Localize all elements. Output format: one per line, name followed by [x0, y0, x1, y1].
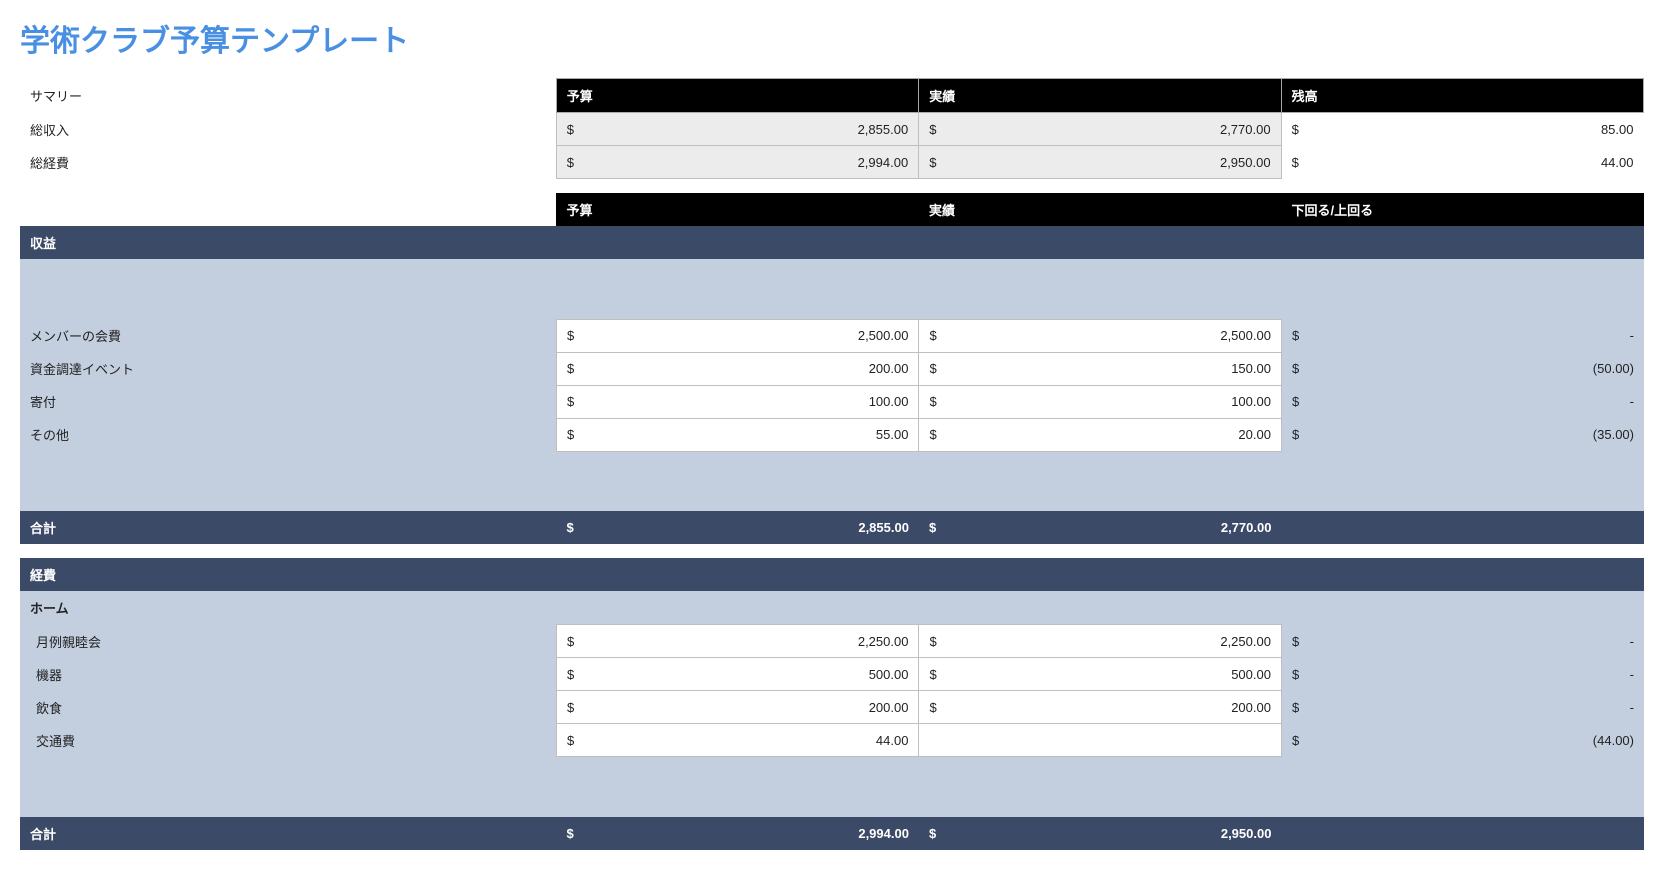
- detail-header-table: 予算 実績 下回る/上回る: [20, 193, 1644, 226]
- expense-item-actual[interactable]: $2,250.00: [919, 625, 1282, 658]
- page-title: 学術クラブ予算テンプレート: [20, 16, 1644, 60]
- revenue-total-diff: [1281, 511, 1644, 544]
- revenue-total-label: 合計: [20, 511, 556, 544]
- summary-header-balance: 残高: [1281, 79, 1643, 113]
- expense-item-actual[interactable]: $500.00: [919, 658, 1282, 691]
- expense-item-actual[interactable]: $200.00: [919, 691, 1282, 724]
- expense-item-label: 機器: [20, 658, 556, 691]
- summary-cell: $2,994.00: [556, 146, 918, 179]
- revenue-title: 収益: [20, 226, 1644, 259]
- revenue-table: 収益 メンバーの会費 $2,500.00 $2,500.00 $- 資金調達イベ…: [20, 226, 1644, 544]
- revenue-item-diff: $(35.00): [1281, 418, 1644, 451]
- expense-item-diff: $-: [1281, 625, 1644, 658]
- detail-header-budget: 予算: [556, 193, 919, 226]
- expenses-table: 経費 ホーム 月例親睦会 $2,250.00 $2,250.00 $- 機器 $…: [20, 558, 1644, 850]
- expense-item-budget[interactable]: $500.00: [556, 658, 919, 691]
- summary-cell: $44.00: [1281, 146, 1643, 179]
- summary-cell: $2,855.00: [556, 113, 918, 146]
- revenue-item-label: メンバーの会費: [20, 319, 556, 352]
- revenue-item-diff: $-: [1281, 385, 1644, 418]
- revenue-item-label: その他: [20, 418, 556, 451]
- revenue-item-budget[interactable]: $2,500.00: [556, 319, 919, 352]
- revenue-item-label: 資金調達イベント: [20, 352, 556, 385]
- expense-item-budget[interactable]: $200.00: [556, 691, 919, 724]
- blank: [20, 193, 556, 226]
- expense-item-label: 交通費: [20, 724, 556, 757]
- expense-item-diff: $-: [1281, 691, 1644, 724]
- summary-label: サマリー: [20, 79, 556, 113]
- revenue-item-label: 寄付: [20, 385, 556, 418]
- expenses-subheader: ホーム: [20, 591, 1644, 625]
- summary-row-label: 総経費: [20, 146, 556, 179]
- expense-item-actual[interactable]: [919, 724, 1282, 757]
- summary-cell: $2,770.00: [919, 113, 1281, 146]
- revenue-item-actual[interactable]: $2,500.00: [919, 319, 1282, 352]
- summary-row-label: 総収入: [20, 113, 556, 146]
- expense-item-budget[interactable]: $2,250.00: [556, 625, 919, 658]
- revenue-item-actual[interactable]: $20.00: [919, 418, 1282, 451]
- expense-item-label: 月例親睦会: [20, 625, 556, 658]
- expenses-total-budget: $2,994.00: [556, 817, 919, 850]
- revenue-total-budget: $2,855.00: [556, 511, 919, 544]
- expense-item-budget[interactable]: $44.00: [556, 724, 919, 757]
- summary-cell: $85.00: [1281, 113, 1643, 146]
- revenue-total-actual: $2,770.00: [919, 511, 1282, 544]
- detail-header-diff: 下回る/上回る: [1281, 193, 1644, 226]
- revenue-item-actual[interactable]: $100.00: [919, 385, 1282, 418]
- revenue-item-diff: $(50.00): [1281, 352, 1644, 385]
- revenue-item-actual[interactable]: $150.00: [919, 352, 1282, 385]
- expense-item-label: 飲食: [20, 691, 556, 724]
- expenses-total-actual: $2,950.00: [919, 817, 1282, 850]
- expense-item-diff: $(44.00): [1281, 724, 1644, 757]
- summary-header-actual: 実績: [919, 79, 1281, 113]
- revenue-item-budget[interactable]: $200.00: [556, 352, 919, 385]
- revenue-item-budget[interactable]: $55.00: [556, 418, 919, 451]
- expenses-total-diff: [1281, 817, 1644, 850]
- expense-item-diff: $-: [1281, 658, 1644, 691]
- expenses-title: 経費: [20, 558, 1644, 591]
- summary-cell: $2,950.00: [919, 146, 1281, 179]
- detail-header-actual: 実績: [919, 193, 1282, 226]
- expenses-total-label: 合計: [20, 817, 556, 850]
- summary-header-budget: 予算: [556, 79, 918, 113]
- summary-table: サマリー 予算 実績 残高 総収入 $2,855.00 $2,770.00 $8…: [20, 78, 1644, 179]
- revenue-item-budget[interactable]: $100.00: [556, 385, 919, 418]
- revenue-item-diff: $-: [1281, 319, 1644, 352]
